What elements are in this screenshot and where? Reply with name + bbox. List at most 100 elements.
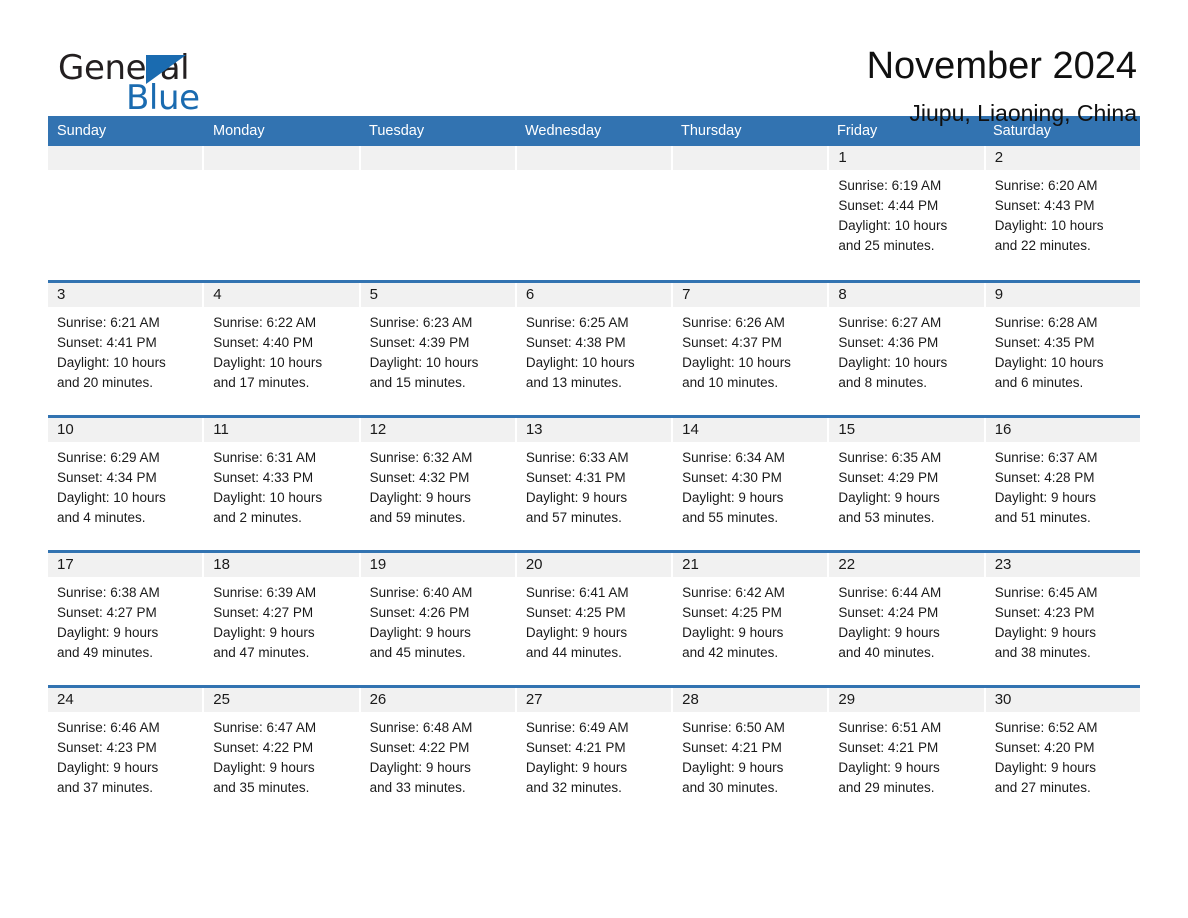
day-cell[interactable]: 7 Sunrise: 6:26 AM Sunset: 4:37 PM Daylight… xyxy=(673,283,830,415)
day-cell[interactable]: 10 Sunrise: 6:29 AM Sunset: 4:34 PM Dayligh… xyxy=(48,418,205,550)
day-cell[interactable]: 11 Sunrise: 6:31 AM Sunset: 4:33 PM Dayligh… xyxy=(204,418,361,550)
day-number: 29 xyxy=(829,688,984,712)
day-cell[interactable]: 6 Sunrise: 6:25 AM Sunset: 4:38 PM Daylight… xyxy=(516,283,674,415)
day-cell[interactable]: 3 Sunrise: 6:21 AM Sunset: 4:41 PM Daylight… xyxy=(48,283,205,415)
day-cell[interactable]: 9 Sunrise: 6:28 AM Sunset: 4:35 PM Daylight… xyxy=(985,283,1140,415)
day-daylight1-text: Daylight: 10 hours xyxy=(838,355,948,370)
day-number: 10 xyxy=(48,418,203,442)
day-daylight1-text: Daylight: 9 hours xyxy=(213,625,315,640)
day-sunset-text: Sunset: 4:23 PM xyxy=(57,740,157,755)
location-subtitle: Jiupu, Liaoning, China xyxy=(909,100,1137,126)
day-daylight2-text: and 29 minutes. xyxy=(838,780,935,795)
day-sunset-text: Sunset: 4:35 PM xyxy=(994,335,1095,350)
day-sunset-text: Sunset: 4:22 PM xyxy=(369,740,470,755)
day-daylight2-text: and 17 minutes. xyxy=(213,375,310,390)
day-daylight1-text: Daylight: 9 hours xyxy=(57,625,159,640)
day-cell[interactable]: 17 Sunrise: 6:38 AM Sunset: 4:27 PM Dayligh… xyxy=(48,553,205,685)
day-daylight2-text: and 38 minutes. xyxy=(994,645,1091,660)
day-sunrise-text: Sunrise: 6:46 AM xyxy=(57,720,160,735)
day-sunrise-text: Sunrise: 6:31 AM xyxy=(213,450,317,465)
day-daylight2-text: and 32 minutes. xyxy=(525,780,622,795)
day-cell[interactable]: 16 Sunrise: 6:37 AM Sunset: 4:28 PM Dayligh… xyxy=(985,418,1140,550)
day-cell[interactable]: 22 Sunrise: 6:44 AM Sunset: 4:24 PM Dayligh… xyxy=(829,553,986,685)
day-daylight2-text: and 25 minutes. xyxy=(838,238,935,253)
day-sunset-text: Sunset: 4:25 PM xyxy=(525,605,626,620)
day-details: Sunrise: 6:21 AM Sunset: 4:41 PM Daylight:… xyxy=(48,307,202,393)
day-number: 25 xyxy=(204,688,359,712)
day-number: 23 xyxy=(985,553,1140,577)
day-sunset-text: Sunset: 4:38 PM xyxy=(525,335,626,350)
day-cell[interactable]: 28 Sunrise: 6:50 AM Sunset: 4:21 PM Dayligh… xyxy=(673,688,830,820)
day-number: 22 xyxy=(829,553,984,577)
day-daylight1-text: Daylight: 9 hours xyxy=(525,625,628,640)
day-cell[interactable]: 14 Sunrise: 6:34 AM Sunset: 4:30 PM Dayligh… xyxy=(673,418,830,550)
day-daylight2-text: and 42 minutes. xyxy=(682,645,779,660)
day-details: Sunrise: 6:49 AM Sunset: 4:21 PM Daylight:… xyxy=(517,712,671,798)
day-sunrise-text: Sunrise: 6:22 AM xyxy=(213,315,317,330)
day-sunrise-text: Sunrise: 6:33 AM xyxy=(525,450,629,465)
day-cell[interactable]: 23 Sunrise: 6:45 AM Sunset: 4:23 PM Dayligh… xyxy=(985,553,1140,685)
day-cell[interactable]: 12 Sunrise: 6:32 AM Sunset: 4:32 PM Dayligh… xyxy=(360,418,517,550)
day-cell[interactable]: 30 Sunrise: 6:52 AM Sunset: 4:20 PM Dayligh… xyxy=(985,688,1140,820)
day-cell[interactable]: 19 Sunrise: 6:40 AM Sunset: 4:26 PM Dayligh… xyxy=(360,553,517,685)
day-number: 28 xyxy=(673,688,828,712)
day-cell[interactable]: 4 Sunrise: 6:22 AM Sunset: 4:40 PM Daylight… xyxy=(204,283,361,415)
calendar-week-row: 24 Sunrise: 6:46 AM Sunset: 4:23 PM Dayligh… xyxy=(48,685,1140,820)
title-block: November 2024 Jiupu, Liaoning, China xyxy=(288,44,1140,127)
general-blue-logo[interactable]: General Blue xyxy=(48,44,288,118)
day-daylight1-text: Daylight: 9 hours xyxy=(682,625,784,640)
day-cell[interactable]: 5 Sunrise: 6:23 AM Sunset: 4:39 PM Daylight… xyxy=(360,283,517,415)
day-sunset-text: Sunset: 4:33 PM xyxy=(213,470,314,485)
day-cell[interactable]: 24 Sunrise: 6:46 AM Sunset: 4:23 PM Dayligh… xyxy=(48,688,205,820)
day-daylight2-text: and 4 minutes. xyxy=(57,510,146,525)
day-cell[interactable]: 1 Sunrise: 6:19 AM Sunset: 4:44 PM Daylight… xyxy=(829,146,986,280)
day-sunrise-text: Sunrise: 6:41 AM xyxy=(525,585,629,600)
day-cell[interactable]: 29 Sunrise: 6:51 AM Sunset: 4:21 PM Dayligh… xyxy=(829,688,986,820)
day-daylight1-text: Daylight: 10 hours xyxy=(369,355,479,370)
day-cell[interactable]: 13 Sunrise: 6:33 AM Sunset: 4:31 PM Dayligh… xyxy=(516,418,674,550)
day-daylight1-text: Daylight: 9 hours xyxy=(682,760,784,775)
day-daylight2-text: and 47 minutes. xyxy=(213,645,310,660)
day-sunset-text: Sunset: 4:41 PM xyxy=(57,335,157,350)
day-daylight1-text: Daylight: 10 hours xyxy=(213,490,323,505)
day-sunset-text: Sunset: 4:25 PM xyxy=(682,605,782,620)
day-details: Sunrise: 6:23 AM Sunset: 4:39 PM Daylight:… xyxy=(361,307,515,393)
day-number: 12 xyxy=(360,418,515,442)
day-details: Sunrise: 6:51 AM Sunset: 4:21 PM Daylight:… xyxy=(829,712,983,798)
day-number: 8 xyxy=(829,283,984,307)
weekday-header-sunday: Sunday xyxy=(57,123,107,139)
day-sunrise-text: Sunrise: 6:51 AM xyxy=(838,720,942,735)
day-daylight1-text: Daylight: 9 hours xyxy=(525,490,628,505)
day-sunset-text: Sunset: 4:37 PM xyxy=(682,335,782,350)
day-cell[interactable]: 27 Sunrise: 6:49 AM Sunset: 4:21 PM Dayligh… xyxy=(516,688,674,820)
logo-text-blue: Blue xyxy=(126,78,200,118)
day-sunset-text: Sunset: 4:24 PM xyxy=(838,605,939,620)
day-details: Sunrise: 6:46 AM Sunset: 4:23 PM Daylight:… xyxy=(48,712,202,798)
day-cell[interactable]: 26 Sunrise: 6:48 AM Sunset: 4:22 PM Dayligh… xyxy=(360,688,517,820)
day-cell[interactable]: 15 Sunrise: 6:35 AM Sunset: 4:29 PM Dayligh… xyxy=(829,418,986,550)
day-number: 15 xyxy=(829,418,984,442)
day-details: Sunrise: 6:37 AM Sunset: 4:28 PM Daylight:… xyxy=(986,442,1140,528)
day-daylight1-text: Daylight: 10 hours xyxy=(994,355,1104,370)
day-sunset-text: Sunset: 4:30 PM xyxy=(682,470,782,485)
day-cell[interactable]: 25 Sunrise: 6:47 AM Sunset: 4:22 PM Dayligh… xyxy=(204,688,361,820)
day-daylight2-text: and 45 minutes. xyxy=(369,645,466,660)
day-cell[interactable]: 8 Sunrise: 6:27 AM Sunset: 4:36 PM Daylight… xyxy=(829,283,986,415)
day-sunset-text: Sunset: 4:21 PM xyxy=(838,740,939,755)
day-daylight1-text: Daylight: 10 hours xyxy=(838,218,948,233)
day-sunset-text: Sunset: 4:36 PM xyxy=(838,335,939,350)
day-cell[interactable]: 2 Sunrise: 6:20 AM Sunset: 4:43 PM Daylight… xyxy=(985,146,1140,280)
day-sunset-text: Sunset: 4:29 PM xyxy=(838,470,939,485)
page-title: November 2024 xyxy=(866,45,1137,87)
day-details: Sunrise: 6:38 AM Sunset: 4:27 PM Daylight:… xyxy=(48,577,202,663)
day-cell[interactable]: 20 Sunrise: 6:41 AM Sunset: 4:25 PM Dayligh… xyxy=(516,553,674,685)
day-sunset-text: Sunset: 4:32 PM xyxy=(369,470,470,485)
day-number: 16 xyxy=(985,418,1140,442)
day-sunrise-text: Sunrise: 6:45 AM xyxy=(994,585,1098,600)
day-cell[interactable]: 21 Sunrise: 6:42 AM Sunset: 4:25 PM Dayligh… xyxy=(673,553,830,685)
day-daylight2-text: and 40 minutes. xyxy=(838,645,935,660)
day-cell[interactable]: 18 Sunrise: 6:39 AM Sunset: 4:27 PM Dayligh… xyxy=(204,553,361,685)
day-details: Sunrise: 6:28 AM Sunset: 4:35 PM Daylight:… xyxy=(986,307,1140,393)
day-details: Sunrise: 6:32 AM Sunset: 4:32 PM Daylight:… xyxy=(361,442,515,528)
day-daylight2-text: and 33 minutes. xyxy=(369,780,466,795)
